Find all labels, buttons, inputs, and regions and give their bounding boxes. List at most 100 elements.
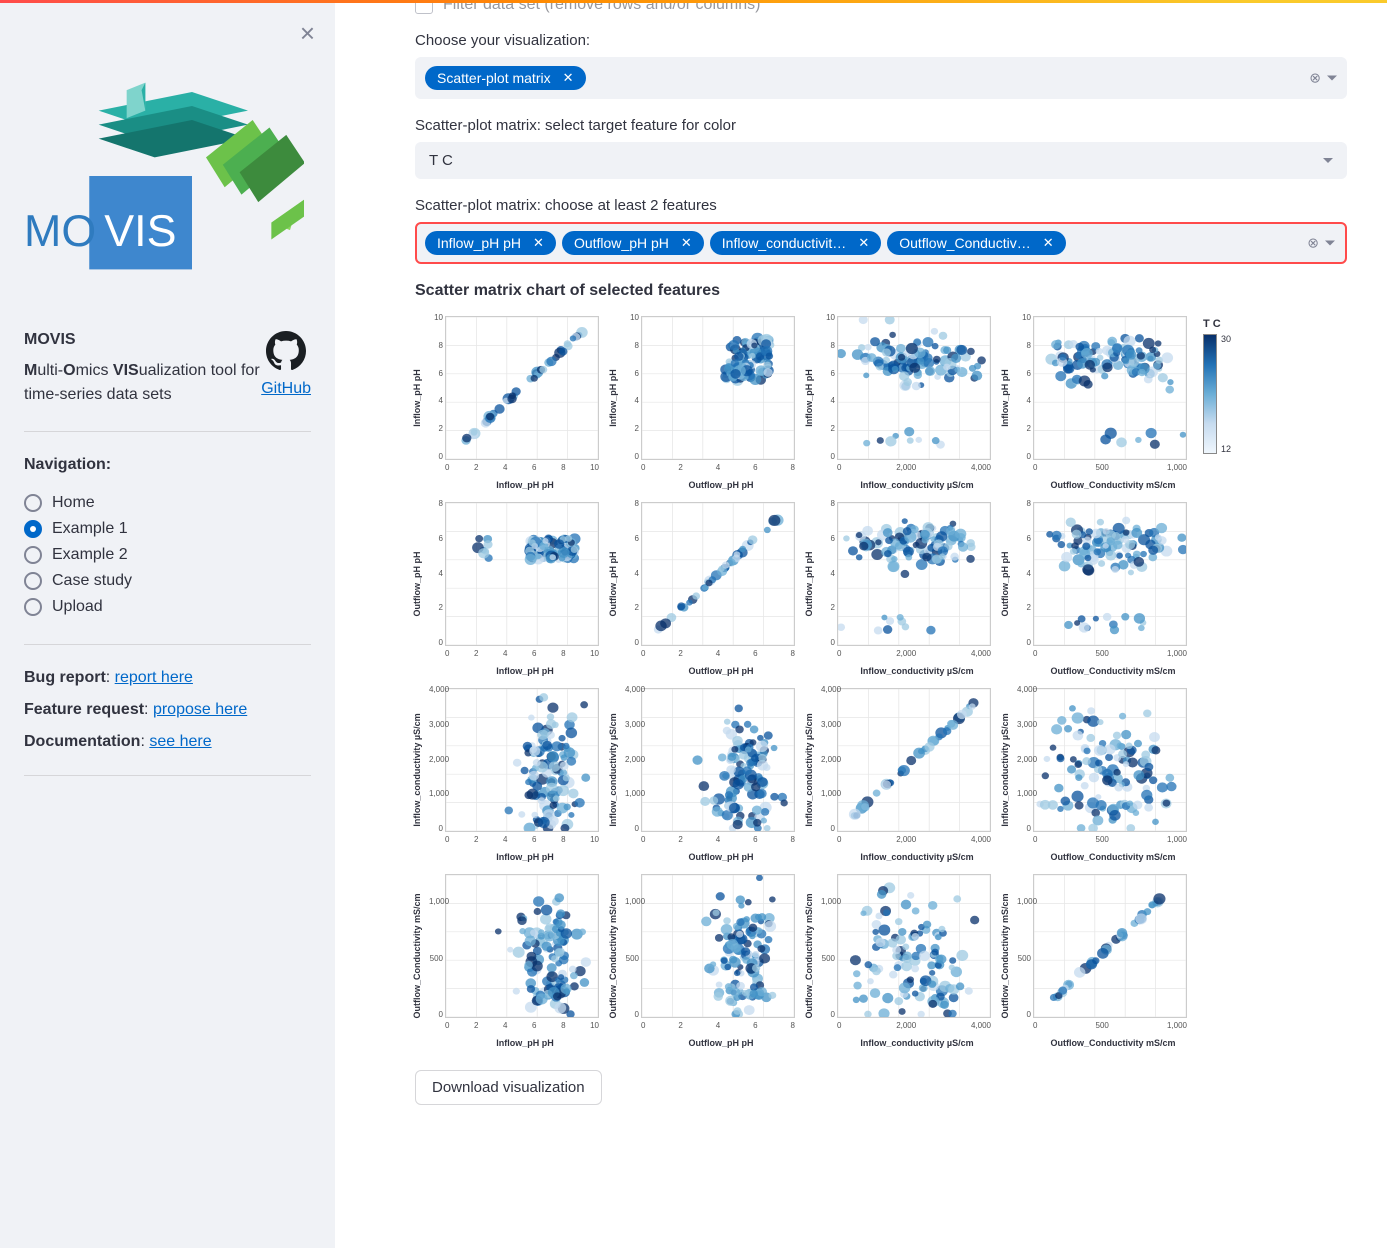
chevron-down-icon[interactable] bbox=[1325, 241, 1335, 246]
viz-chip: Scatter-plot matrix ✕ bbox=[425, 66, 586, 90]
legend-colorbar bbox=[1203, 334, 1217, 454]
github-link[interactable]: GitHub bbox=[261, 380, 311, 398]
viz-multiselect[interactable]: Scatter-plot matrix ✕ ⊗ bbox=[415, 57, 1347, 99]
scatter-matrix: Inflow_pH pH10864200246810Inflow_pH pHIn… bbox=[415, 308, 1193, 1046]
y-axis-label: Outflow_Conductivity mS/cm bbox=[608, 886, 618, 1026]
plot-area[interactable] bbox=[445, 874, 599, 1018]
target-feature-select[interactable]: T C bbox=[415, 142, 1347, 179]
nav-radio-case-study[interactable]: Case study bbox=[24, 568, 311, 594]
y-axis-label: Inflow_conductivity µS/cm bbox=[804, 700, 814, 840]
y-ticks: 4,0003,0002,0001,0000 bbox=[1017, 688, 1031, 832]
scatter-cell: Outflow_pH pH8642002468Outflow_pH pH bbox=[611, 494, 801, 674]
plot-area[interactable] bbox=[445, 316, 599, 460]
y-axis-label: Outflow_pH pH bbox=[608, 514, 618, 654]
x-axis-label: Outflow_Conductivity mS/cm bbox=[1033, 666, 1193, 676]
divider bbox=[24, 775, 311, 776]
y-axis-label: Outflow_pH pH bbox=[804, 514, 814, 654]
plot-area[interactable] bbox=[641, 316, 795, 460]
x-axis-label: Inflow_conductivity µS/cm bbox=[837, 666, 997, 676]
y-axis-label: Outflow_Conductivity mS/cm bbox=[412, 886, 422, 1026]
plot-area[interactable] bbox=[1033, 688, 1187, 832]
y-axis-label: Outflow_Conductivity mS/cm bbox=[1000, 886, 1010, 1026]
plot-area[interactable] bbox=[445, 688, 599, 832]
chip-remove-icon[interactable]: ✕ bbox=[529, 235, 548, 251]
plot-area[interactable] bbox=[1033, 316, 1187, 460]
plot-area[interactable] bbox=[641, 502, 795, 646]
y-axis-label: Inflow_conductivity µS/cm bbox=[1000, 700, 1010, 840]
github-icon[interactable] bbox=[266, 331, 306, 371]
plot-area[interactable] bbox=[1033, 502, 1187, 646]
y-ticks: 4,0003,0002,0001,0000 bbox=[821, 688, 835, 832]
download-visualization-button[interactable]: Download visualization bbox=[415, 1070, 602, 1105]
chevron-down-icon bbox=[1323, 158, 1333, 163]
plot-area[interactable] bbox=[837, 316, 991, 460]
nav-radio-example-2[interactable]: Example 2 bbox=[24, 542, 311, 568]
chip-remove-icon[interactable]: ✕ bbox=[677, 235, 696, 251]
plot-area[interactable] bbox=[1033, 874, 1187, 1018]
plot-area[interactable] bbox=[641, 874, 795, 1018]
scatter-cell: Outflow_pH pH864200246810Inflow_pH pH bbox=[415, 494, 605, 674]
y-axis-label: Outflow_pH pH bbox=[412, 514, 422, 654]
x-ticks: 02,0004,000 bbox=[837, 1021, 991, 1030]
chip-label: Outflow_pH pH bbox=[574, 235, 669, 251]
nav-radio-group: Home Example 1 Example 2 Case study Upload bbox=[24, 490, 311, 620]
chip-remove-icon[interactable]: ✕ bbox=[559, 70, 578, 86]
y-ticks: 1086420 bbox=[1017, 316, 1031, 460]
nav-item-label: Example 1 bbox=[52, 520, 128, 538]
scatter-cell: Outflow_pH pH8642002,0004,000Inflow_cond… bbox=[807, 494, 997, 674]
feature-request-link[interactable]: propose here bbox=[153, 701, 247, 718]
chip-remove-icon[interactable]: ✕ bbox=[1039, 235, 1058, 251]
x-axis-label: Inflow_conductivity µS/cm bbox=[837, 480, 997, 490]
legend-min: 12 bbox=[1221, 444, 1231, 454]
scatter-cell: Outflow_pH pH8642005001,000Outflow_Condu… bbox=[1003, 494, 1193, 674]
documentation-link[interactable]: see here bbox=[149, 733, 211, 750]
x-ticks: 02468 bbox=[641, 463, 795, 472]
nav-radio-example-1[interactable]: Example 1 bbox=[24, 516, 311, 542]
scatter-cell: Outflow_Conductivity mS/cm1,000500005001… bbox=[1003, 866, 1193, 1046]
nav-item-label: Example 2 bbox=[52, 546, 128, 564]
chevron-down-icon[interactable] bbox=[1327, 76, 1337, 81]
features-multiselect[interactable]: Inflow_pH pH✕Outflow_pH pH✕Inflow_conduc… bbox=[415, 222, 1347, 264]
close-sidebar-icon[interactable]: × bbox=[300, 20, 315, 46]
nav-item-label: Upload bbox=[52, 598, 103, 616]
app-subtitle: Multi-Omics VISualization tool for time-… bbox=[24, 359, 261, 407]
clear-all-icon[interactable]: ⊗ bbox=[1307, 235, 1319, 252]
links-section: Bug report: report here Feature request:… bbox=[24, 669, 311, 751]
nav-radio-home[interactable]: Home bbox=[24, 490, 311, 516]
nav-heading: Navigation: bbox=[24, 456, 311, 474]
x-axis-label: Inflow_pH pH bbox=[445, 480, 605, 490]
scatter-cell: Inflow_conductivity µS/cm 4,0003,0002,000… bbox=[1003, 680, 1193, 860]
scatter-cell: Inflow_pH pH108642002468Outflow_pH pH bbox=[611, 308, 801, 488]
chip-label: Scatter-plot matrix bbox=[437, 70, 551, 86]
clear-all-icon[interactable]: ⊗ bbox=[1309, 70, 1321, 87]
main-content: Filter data set (remove rows and/or colu… bbox=[335, 0, 1387, 1248]
plot-area[interactable] bbox=[641, 688, 795, 832]
features-select-label: Scatter-plot matrix: choose at least 2 f… bbox=[415, 197, 1347, 214]
x-ticks: 0246810 bbox=[445, 649, 599, 658]
y-axis-label: Outflow_pH pH bbox=[1000, 514, 1010, 654]
x-ticks: 02468 bbox=[641, 649, 795, 658]
color-legend: T C 30 12 bbox=[1203, 308, 1253, 1046]
plot-area[interactable] bbox=[837, 502, 991, 646]
scatter-cell: Inflow_conductivity µS/cm 4,0003,0002,000… bbox=[807, 680, 997, 860]
y-ticks: 86420 bbox=[429, 502, 443, 646]
y-axis-label: Inflow_pH pH bbox=[608, 328, 618, 468]
plot-area[interactable] bbox=[445, 502, 599, 646]
y-ticks: 86420 bbox=[1017, 502, 1031, 646]
nav-radio-upload[interactable]: Upload bbox=[24, 594, 311, 620]
x-ticks: 0246810 bbox=[445, 463, 599, 472]
scatter-cell: Inflow_conductivity µS/cm4,0003,0002,000… bbox=[611, 680, 801, 860]
scatter-cell: Outflow_Conductivity mS/cm1,000500002,00… bbox=[807, 866, 997, 1046]
plot-area[interactable] bbox=[837, 874, 991, 1018]
y-axis-label: Inflow_conductivity µS/cm bbox=[608, 700, 618, 840]
app-logo: MO VIS bbox=[24, 56, 311, 301]
bug-report-link[interactable]: report here bbox=[115, 669, 193, 686]
chip-remove-icon[interactable]: ✕ bbox=[854, 235, 873, 251]
x-axis-label: Inflow_pH pH bbox=[445, 852, 605, 862]
y-ticks: 86420 bbox=[821, 502, 835, 646]
chip-label: Inflow_conductivit… bbox=[722, 235, 847, 251]
x-axis-label: Outflow_Conductivity mS/cm bbox=[1033, 852, 1193, 862]
feature-chip: Inflow_conductivit… ✕ bbox=[710, 231, 881, 255]
svg-text:MO: MO bbox=[24, 206, 96, 256]
plot-area[interactable] bbox=[837, 688, 991, 832]
